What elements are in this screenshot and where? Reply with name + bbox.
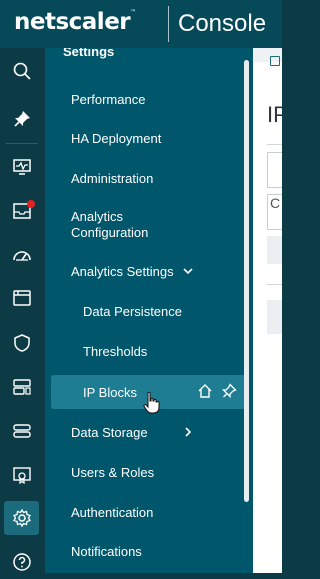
- brand-logo[interactable]: netscaler™: [14, 9, 136, 35]
- item-actions: [197, 383, 237, 399]
- rail-separator: [6, 143, 38, 144]
- menu-item-label: Thresholds: [83, 343, 148, 359]
- rail-certificate[interactable]: [4, 458, 39, 492]
- brand-trademark: ™: [130, 9, 136, 16]
- menu-item-label: HA Deployment: [71, 130, 162, 146]
- rail-help[interactable]: [4, 545, 39, 579]
- menu-item-label: IP Blocks: [83, 384, 137, 400]
- menu-item-label: Analytics Configuration: [71, 209, 149, 240]
- hand-cursor-icon: [143, 391, 160, 414]
- chevron-right-icon: [182, 426, 194, 438]
- gauge-icon: [12, 251, 31, 261]
- devices-icon: [12, 379, 31, 395]
- panel-scrollbar[interactable]: [244, 60, 249, 502]
- product-name: Console: [178, 10, 267, 37]
- icon-rail: [0, 48, 45, 573]
- rail-devices[interactable]: [4, 370, 39, 404]
- table-row[interactable]: [267, 300, 282, 334]
- menu-item-label: Authentication: [71, 504, 154, 520]
- server-icon: [12, 424, 31, 438]
- rail-settings[interactable]: [4, 501, 39, 535]
- notification-dot: [27, 200, 35, 208]
- menu-item-notifications[interactable]: Notifications: [51, 534, 247, 568]
- help-icon: [12, 553, 31, 571]
- content-area: IP C: [253, 48, 282, 573]
- menu-item-label: Administration: [71, 170, 154, 186]
- brand-name: netscaler: [14, 9, 131, 35]
- menu-item-thresholds[interactable]: Thresholds: [51, 334, 247, 368]
- menu-item-label: Users & Roles: [71, 464, 155, 480]
- menu-item-label: Notifications: [71, 543, 142, 559]
- menu-item-administration[interactable]: Administration: [51, 161, 247, 195]
- menu-item-analytics-configuration[interactable]: Analytics Configuration: [51, 203, 181, 247]
- menu-item-label: Data Storage: [71, 424, 148, 440]
- pin-icon: [13, 111, 30, 127]
- settings-panel: Settings Performance HA Deployment Admin…: [45, 48, 253, 573]
- rail-monitor[interactable]: [4, 150, 39, 184]
- monitor-icon: [12, 159, 31, 175]
- top-header: netscaler™ Console: [0, 0, 282, 48]
- menu-item-ha-deployment[interactable]: HA Deployment: [51, 121, 247, 155]
- rail-inbox[interactable]: [4, 194, 39, 228]
- certificate-icon: [12, 467, 31, 485]
- divider: [267, 284, 282, 285]
- menu-item-authentication[interactable]: Authentication: [51, 495, 247, 529]
- divider: [267, 144, 282, 145]
- menu-item-ip-blocks[interactable]: IP Blocks: [51, 375, 247, 414]
- rail-security[interactable]: [4, 326, 39, 360]
- rail-window[interactable]: [4, 281, 39, 315]
- menu-item-data-persistence[interactable]: Data Persistence: [51, 294, 247, 328]
- window-icon: [12, 290, 31, 306]
- home-icon[interactable]: [197, 383, 213, 399]
- menu-item-users-roles[interactable]: Users & Roles: [51, 455, 247, 489]
- rail-search[interactable]: [4, 54, 39, 88]
- menu-item-label: Analytics Settings: [71, 263, 174, 279]
- menu-item-label: Data Persistence: [83, 303, 182, 319]
- pin-icon[interactable]: [221, 383, 237, 399]
- rail-pin[interactable]: [4, 102, 39, 136]
- rail-gauge[interactable]: [4, 238, 39, 272]
- tab-icon[interactable]: [270, 56, 280, 66]
- toolbar-control[interactable]: [267, 152, 282, 188]
- chevron-down-icon: [182, 265, 194, 277]
- shield-icon: [13, 334, 30, 352]
- rail-server[interactable]: [4, 414, 39, 448]
- header-divider: [168, 6, 169, 42]
- menu-item-data-storage[interactable]: Data Storage: [51, 415, 247, 449]
- page-title: IP: [267, 102, 282, 127]
- menu-item-label: Performance: [71, 91, 146, 107]
- gear-icon: [12, 508, 31, 528]
- menu-item-performance[interactable]: Performance: [51, 82, 247, 116]
- table-header: [267, 236, 282, 264]
- search-field[interactable]: C: [267, 194, 282, 230]
- search-icon: [13, 62, 31, 80]
- panel-title: Settings: [63, 48, 115, 59]
- menu-item-analytics-settings[interactable]: Analytics Settings: [51, 254, 247, 288]
